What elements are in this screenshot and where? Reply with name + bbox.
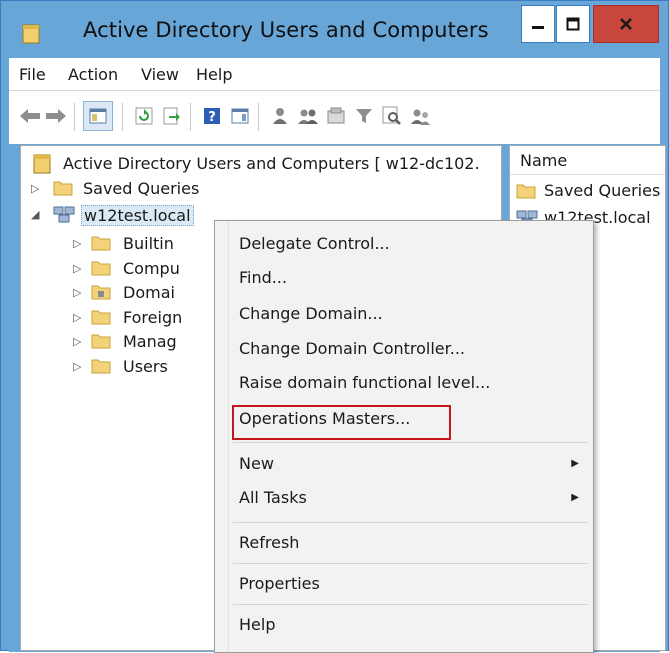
refresh-button[interactable]	[133, 105, 155, 127]
tree-item-label: Manag	[123, 332, 177, 351]
show-tree-button[interactable]	[83, 101, 113, 131]
back-arrow-icon	[20, 109, 40, 123]
folder-icon	[516, 184, 536, 199]
menu-item-change-domain[interactable]: Change Domain...	[239, 304, 383, 323]
forward-arrow-icon	[46, 109, 66, 123]
new-user-icon	[273, 108, 287, 124]
maximize-icon	[566, 17, 580, 31]
folder-icon	[91, 359, 111, 374]
highlight-box	[232, 405, 451, 440]
add-to-group-icon	[411, 109, 430, 125]
tree-item-label: w12test.local	[81, 205, 194, 226]
help-icon: ?	[204, 108, 220, 125]
tree-root-label: Active Directory Users and Computers [ w…	[63, 154, 480, 173]
title-bar[interactable]: Active Directory Users and Computers	[1, 1, 668, 58]
minimize-button[interactable]	[521, 5, 555, 43]
menu-item-label: All Tasks	[239, 488, 307, 507]
expand-arrow-icon[interactable]: ▷	[73, 286, 81, 299]
filter-icon	[356, 109, 372, 123]
submenu-arrow-icon: ▶	[571, 492, 579, 503]
menu-item-delegate-control[interactable]: Delegate Control...	[239, 234, 390, 253]
new-user-button[interactable]	[269, 105, 291, 127]
new-group-icon	[298, 109, 318, 124]
menu-separator	[233, 522, 588, 523]
new-ou-button[interactable]	[325, 105, 347, 127]
column-header-name[interactable]: Name	[510, 146, 665, 175]
back-button[interactable]	[19, 105, 41, 127]
menu-separator	[233, 442, 588, 443]
expand-arrow-icon[interactable]: ▷	[73, 262, 81, 275]
close-button[interactable]	[593, 5, 659, 43]
action-pane-button[interactable]	[229, 105, 251, 127]
list-item-label: Saved Queries	[544, 181, 661, 200]
folder-icon	[91, 236, 111, 251]
menu-item-raise-domain-functional-level[interactable]: Raise domain functional level...	[239, 373, 490, 392]
tree-item-label: Builtin	[123, 234, 174, 253]
show-tree-icon	[89, 108, 107, 124]
ad-console-icon	[33, 154, 51, 174]
export-list-button[interactable]	[161, 105, 183, 127]
menu-item-label: New	[239, 454, 274, 473]
menu-item-help[interactable]: Help	[239, 615, 275, 634]
expand-arrow-icon[interactable]: ▷	[73, 335, 81, 348]
tree-item-label: Domai	[123, 283, 175, 302]
expand-arrow-icon[interactable]: ▷	[73, 360, 81, 373]
expand-arrow-icon[interactable]: ▷	[73, 237, 81, 250]
forward-button[interactable]	[45, 105, 67, 127]
menu-item-properties[interactable]: Properties	[239, 574, 320, 593]
menu-help[interactable]: Help	[196, 65, 232, 84]
tree-item-label: Foreign	[123, 308, 183, 327]
menu-separator	[233, 604, 588, 605]
menu-item-new[interactable]: New	[239, 454, 559, 473]
tree-item-label: Compu	[123, 259, 180, 278]
toolbar-separator	[258, 103, 259, 131]
find-button[interactable]	[381, 105, 403, 127]
submenu-arrow-icon: ▶	[571, 458, 579, 469]
menu-bar: File Action View Help	[9, 58, 660, 90]
new-ou-icon	[327, 107, 345, 124]
menu-item-find[interactable]: Find...	[239, 268, 287, 287]
refresh-icon	[135, 107, 153, 125]
filter-button[interactable]	[353, 105, 375, 127]
context-menu-gutter	[215, 221, 229, 652]
menu-item-all-tasks[interactable]: All Tasks	[239, 488, 559, 507]
expand-arrow-icon[interactable]: ▷	[73, 311, 81, 324]
app-icon	[22, 24, 40, 44]
svg-text:?: ?	[208, 110, 216, 125]
window-title: Active Directory Users and Computers	[83, 18, 489, 42]
menu-item-refresh[interactable]: Refresh	[239, 533, 299, 552]
expand-arrow-icon[interactable]: ▷	[31, 182, 39, 195]
toolbar: ?	[9, 90, 660, 145]
menu-action[interactable]: Action	[68, 65, 118, 84]
folder-icon	[91, 261, 111, 276]
tree-item-label: Saved Queries	[83, 179, 200, 198]
ou-folder-icon	[91, 285, 111, 300]
action-pane-icon	[231, 108, 249, 124]
folder-icon	[53, 181, 73, 196]
menu-view[interactable]: View	[141, 65, 179, 84]
column-header-label: Name	[520, 151, 568, 170]
domain-icon	[53, 206, 75, 223]
toolbar-separator	[190, 103, 191, 131]
collapse-arrow-icon[interactable]: ◢	[31, 208, 39, 221]
new-group-button[interactable]	[297, 105, 319, 127]
menu-separator	[233, 563, 588, 564]
close-icon	[620, 18, 632, 30]
menu-item-change-domain-controller[interactable]: Change Domain Controller...	[239, 339, 465, 358]
export-list-icon	[163, 107, 180, 125]
folder-icon	[91, 310, 111, 325]
toolbar-separator	[74, 103, 75, 131]
add-to-group-button[interactable]	[409, 105, 431, 127]
minimize-icon	[532, 26, 544, 29]
folder-icon	[91, 334, 111, 349]
find-icon	[382, 106, 401, 125]
maximize-button[interactable]	[556, 5, 590, 43]
tree-item-label: Users	[123, 357, 168, 376]
help-button[interactable]: ?	[201, 105, 223, 127]
menu-file[interactable]: File	[19, 65, 46, 84]
toolbar-separator	[122, 103, 123, 131]
